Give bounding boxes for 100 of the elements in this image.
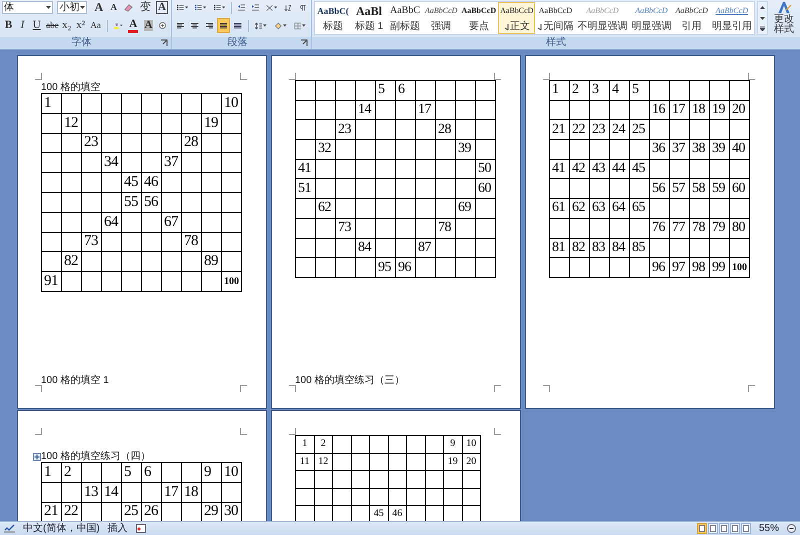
grid-cell (436, 238, 456, 258)
change-styles-button[interactable]: 更改样式 (770, 1, 798, 35)
language-status[interactable]: 中文(简体，中国) (23, 522, 100, 534)
grid-cell (396, 120, 416, 140)
grid-cell: 39 (710, 140, 730, 160)
zoom-out-icon[interactable] (787, 524, 796, 533)
superscript-button[interactable]: x² (74, 18, 88, 33)
grid-cell (370, 470, 388, 488)
grid-cell (396, 218, 416, 238)
subscript-button[interactable]: x₂ (60, 18, 74, 33)
grid-cell: 62 (316, 198, 336, 218)
grid-cell: 79 (710, 218, 730, 238)
grid-cell: 95 (376, 258, 396, 278)
grid-cell (425, 470, 444, 488)
grid-cell (610, 178, 630, 199)
spell-check-icon[interactable] (4, 524, 15, 533)
align-icon (177, 22, 184, 30)
grid-cell (222, 113, 242, 134)
grow-font-button[interactable]: A (91, 0, 106, 15)
grid-cell (336, 178, 356, 199)
grid-cell (162, 252, 182, 272)
grid-cell (456, 159, 476, 179)
grid-cell (356, 120, 376, 140)
grid-cell (102, 252, 122, 272)
grid-cell (82, 94, 102, 114)
grid-cell (332, 470, 351, 488)
grid-cell: 12 (314, 453, 332, 470)
font-name-field[interactable]: 体 (2, 1, 54, 14)
grid-cell (456, 100, 476, 120)
header-text: 100 格的填空 (41, 83, 100, 93)
grid-cell (590, 178, 610, 199)
grid-cell (456, 258, 476, 278)
grid-cell (202, 232, 222, 252)
insert-mode-status[interactable]: 插入 (108, 522, 128, 534)
grid-cell (436, 178, 456, 199)
grid-cell (62, 192, 82, 212)
zoom-level[interactable]: 55% (758, 522, 779, 534)
grid-cell: 23 (336, 120, 356, 140)
grid-cell (670, 80, 690, 100)
grid-cell: 100 (730, 258, 750, 278)
character-shading-button[interactable]: A (142, 18, 155, 33)
grid-cell (590, 140, 610, 160)
shrink-font-button[interactable]: A (107, 0, 120, 15)
grid-cell: 42 (570, 159, 590, 179)
grid-cell (316, 238, 336, 258)
align-button[interactable] (217, 18, 230, 33)
view-button[interactable] (718, 523, 729, 534)
grid-cell (730, 159, 750, 179)
grid-cell: 1 (296, 436, 314, 453)
caret-icon (222, 6, 225, 9)
grid-cell (356, 258, 376, 278)
grid-cell: 56 (650, 178, 670, 199)
view-button[interactable] (740, 523, 751, 534)
grid-cell (550, 218, 570, 238)
grid-cell: 36 (650, 140, 670, 160)
grid-cell (42, 133, 62, 153)
grid-cell (316, 218, 336, 238)
caret-icon (760, 16, 765, 20)
grid-cell (182, 172, 202, 192)
dialog-launcher-icon (160, 39, 168, 47)
grid-cell (82, 272, 102, 292)
macro-record-icon[interactable] (136, 524, 146, 533)
grid-cell: 96 (650, 258, 670, 278)
line-spacing-icon (254, 20, 262, 30)
brush-icon (776, 1, 792, 14)
grid-cell: 83 (590, 238, 610, 258)
grid-cell: 19 (202, 113, 222, 134)
grid-cell: 89 (202, 252, 222, 272)
style-item[interactable]: AaBbCcD 正文 (498, 2, 536, 34)
align-icon (206, 22, 214, 30)
font-color-button[interactable]: A (126, 18, 141, 33)
character-border-button[interactable]: A (154, 0, 169, 15)
grid-cell (590, 218, 610, 238)
border-grid-icon (294, 20, 302, 30)
grid-cell: 4 (610, 80, 630, 100)
grid-cell (356, 159, 376, 179)
grid-cell (102, 94, 122, 114)
view-button[interactable] (708, 523, 718, 534)
grid-cell (356, 140, 376, 160)
align-icon (220, 22, 228, 30)
grid-cell (456, 178, 476, 199)
bold-button[interactable]: B (2, 18, 15, 33)
grid-cell (82, 462, 102, 482)
strikethrough-button[interactable]: abe (45, 18, 60, 33)
grid-cell (182, 462, 202, 482)
grid-cell: 91 (42, 272, 62, 292)
indent-icon (252, 3, 260, 12)
table-move-handle-icon[interactable] (33, 453, 41, 461)
underline-button[interactable]: U (30, 18, 44, 33)
view-button[interactable] (696, 523, 707, 534)
italic-button[interactable]: I (16, 18, 29, 33)
grid-cell (416, 159, 436, 179)
phonetic-guide-button[interactable]: 变 (137, 0, 154, 15)
change-case-button[interactable]: Aa (88, 18, 104, 33)
grid-cell (710, 159, 730, 179)
font-size-field[interactable]: 小初 (57, 1, 88, 14)
grid-cell (416, 120, 436, 140)
view-button[interactable] (730, 523, 740, 534)
grid-cell: 78 (436, 218, 456, 238)
grid-cell (202, 152, 222, 173)
